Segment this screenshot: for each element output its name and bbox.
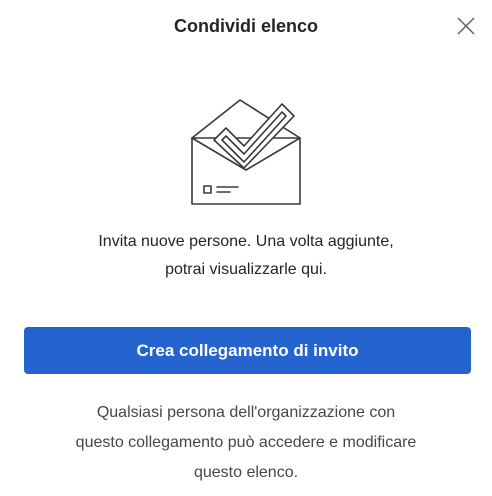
envelope-checkmark-icon	[191, 99, 301, 205]
empty-state-message: Invita nuove persone. Una volta aggiunte…	[0, 228, 492, 284]
message-line: potrai visualizzarle qui.	[165, 261, 327, 278]
message-line: Invita nuove persone. Una volta aggiunte…	[98, 233, 394, 250]
close-button[interactable]	[452, 12, 480, 40]
link-access-note: Qualsiasi persona dell'organizzazione co…	[0, 398, 492, 488]
note-line: Qualsiasi persona dell'organizzazione co…	[96, 404, 396, 421]
note-line: questo collegamento può accedere e modif…	[75, 434, 417, 451]
share-list-dialog: Condividi elenco Invita nuove persone. U…	[0, 0, 492, 496]
create-invite-link-button[interactable]: Crea collegamento di invito	[24, 327, 471, 374]
dialog-title: Condividi elenco	[173, 16, 319, 36]
note-line: questo elenco.	[193, 464, 299, 481]
close-icon	[457, 17, 475, 35]
